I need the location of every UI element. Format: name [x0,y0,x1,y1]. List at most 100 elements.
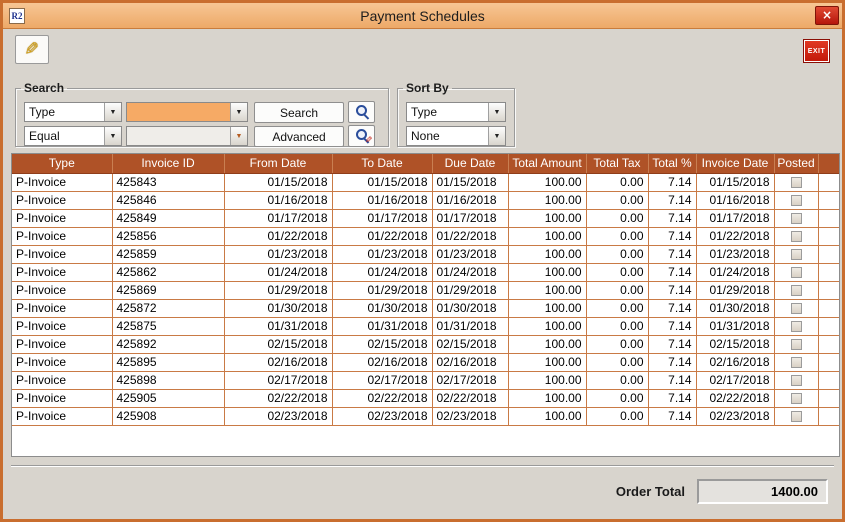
search-field-combo[interactable]: Type ▼ [24,102,122,122]
cell-total-amount: 100.00 [508,317,587,336]
posted-checkbox[interactable] [790,357,802,369]
posted-checkbox[interactable] [790,285,802,297]
col-header-total-tax[interactable]: Total Tax [586,154,649,174]
search-operator-combo[interactable]: Equal ▼ [24,126,122,146]
col-header-to-date[interactable]: To Date [332,154,433,174]
posted-checkbox[interactable] [790,177,802,189]
table-row[interactable]: P-Invoice 425905 02/22/2018 02/22/2018 0… [12,389,839,408]
close-button[interactable]: × [815,6,839,25]
posted-checkbox[interactable] [790,393,802,405]
footer-divider [11,465,834,467]
table-row[interactable]: P-Invoice 425895 02/16/2018 02/16/2018 0… [12,353,839,372]
posted-checkbox[interactable] [790,213,802,225]
col-header-from-date[interactable]: From Date [224,154,333,174]
cell-due-date: 02/23/2018 [432,407,509,426]
cell-total-amount: 100.00 [508,335,587,354]
cell-posted [774,281,819,300]
cell-total-pct: 7.14 [648,353,697,372]
search-button[interactable]: Search [254,102,344,123]
search-keyword-value [127,103,230,121]
cell-due-date: 01/15/2018 [432,173,509,192]
posted-checkbox[interactable] [790,231,802,243]
table-row[interactable]: P-Invoice 425892 02/15/2018 02/15/2018 0… [12,335,839,354]
cell-from-date: 01/29/2018 [224,281,333,300]
col-header-type[interactable]: Type [12,154,113,174]
table-row[interactable]: P-Invoice 425846 01/16/2018 01/16/2018 0… [12,191,839,210]
posted-checkbox[interactable] [790,339,802,351]
posted-checkbox[interactable] [790,321,802,333]
exit-button[interactable]: EXIT [803,39,830,63]
col-header-due-date[interactable]: Due Date [432,154,509,174]
cell-posted [774,263,819,282]
col-header-posted[interactable]: Posted [774,154,819,174]
cell-invoice-id: 425905 [112,389,225,408]
chevron-down-icon[interactable]: ▼ [104,103,121,121]
posted-checkbox[interactable] [790,303,802,315]
posted-checkbox[interactable] [790,375,802,387]
chevron-down-icon[interactable]: ▼ [230,103,247,121]
search-operator-param-combo: ▼ [126,126,248,146]
cell-due-date: 01/23/2018 [432,245,509,264]
cell-filler [818,191,839,210]
title-bar[interactable]: R2 Payment Schedules × [3,3,842,29]
cell-due-date: 01/31/2018 [432,317,509,336]
chevron-down-icon[interactable]: ▼ [488,103,505,121]
table-row[interactable]: P-Invoice 425869 01/29/2018 01/29/2018 0… [12,281,839,300]
cell-posted [774,299,819,318]
cell-posted [774,209,819,228]
table-row[interactable]: P-Invoice 425872 01/30/2018 01/30/2018 0… [12,299,839,318]
cell-type: P-Invoice [12,371,113,390]
search-icon-button[interactable] [348,101,375,123]
cell-total-amount: 100.00 [508,227,587,246]
cell-total-pct: 7.14 [648,173,697,192]
cell-total-amount: 100.00 [508,245,587,264]
table-row[interactable]: P-Invoice 425859 01/23/2018 01/23/2018 0… [12,245,839,264]
table-row[interactable]: P-Invoice 425843 01/15/2018 01/15/2018 0… [12,173,839,192]
col-header-invoice-date[interactable]: Invoice Date [696,154,775,174]
cell-total-amount: 100.00 [508,389,587,408]
posted-checkbox[interactable] [790,249,802,261]
cell-invoice-date: 01/17/2018 [696,209,775,228]
cell-to-date: 02/22/2018 [332,389,433,408]
sort-secondary-combo[interactable]: None ▼ [406,126,506,146]
cell-posted [774,227,819,246]
cell-total-pct: 7.14 [648,317,697,336]
posted-checkbox[interactable] [790,267,802,279]
table-row[interactable]: P-Invoice 425862 01/24/2018 01/24/2018 0… [12,263,839,282]
cell-total-tax: 0.00 [586,299,649,318]
cell-total-pct: 7.14 [648,371,697,390]
cell-type: P-Invoice [12,281,113,300]
table-row[interactable]: P-Invoice 425849 01/17/2018 01/17/2018 0… [12,209,839,228]
advanced-button[interactable]: Advanced [254,126,344,147]
table-row[interactable]: P-Invoice 425898 02/17/2018 02/17/2018 0… [12,371,839,390]
edit-button[interactable]: ✎ [15,35,49,64]
chevron-down-icon[interactable]: ▼ [488,127,505,145]
cell-total-tax: 0.00 [586,191,649,210]
order-total-label: Order Total [615,484,685,499]
sort-primary-combo[interactable]: Type ▼ [406,102,506,122]
table-row[interactable]: P-Invoice 425875 01/31/2018 01/31/2018 0… [12,317,839,336]
chevron-down-icon[interactable]: ▼ [104,127,121,145]
close-icon: × [821,8,833,22]
col-header-invoice-id[interactable]: Invoice ID [112,154,225,174]
cell-invoice-id: 425862 [112,263,225,282]
col-header-total-pct[interactable]: Total % [648,154,697,174]
posted-checkbox[interactable] [790,195,802,207]
col-header-total-amount[interactable]: Total Amount [508,154,587,174]
cell-type: P-Invoice [12,227,113,246]
posted-checkbox[interactable] [790,411,802,423]
cell-invoice-date: 02/16/2018 [696,353,775,372]
cell-posted [774,371,819,390]
search-operator-param-value [127,127,230,145]
cell-due-date: 02/16/2018 [432,353,509,372]
advanced-search-icon-button[interactable]: ✎ [348,125,375,147]
search-keyword-combo[interactable]: ▼ [126,102,248,122]
cell-from-date: 01/31/2018 [224,317,333,336]
table-row[interactable]: P-Invoice 425908 02/23/2018 02/23/2018 0… [12,407,839,426]
cell-filler [818,407,839,426]
cell-invoice-date: 01/30/2018 [696,299,775,318]
table-row[interactable]: P-Invoice 425856 01/22/2018 01/22/2018 0… [12,227,839,246]
cell-to-date: 02/23/2018 [332,407,433,426]
cell-to-date: 02/17/2018 [332,371,433,390]
cell-total-amount: 100.00 [508,281,587,300]
